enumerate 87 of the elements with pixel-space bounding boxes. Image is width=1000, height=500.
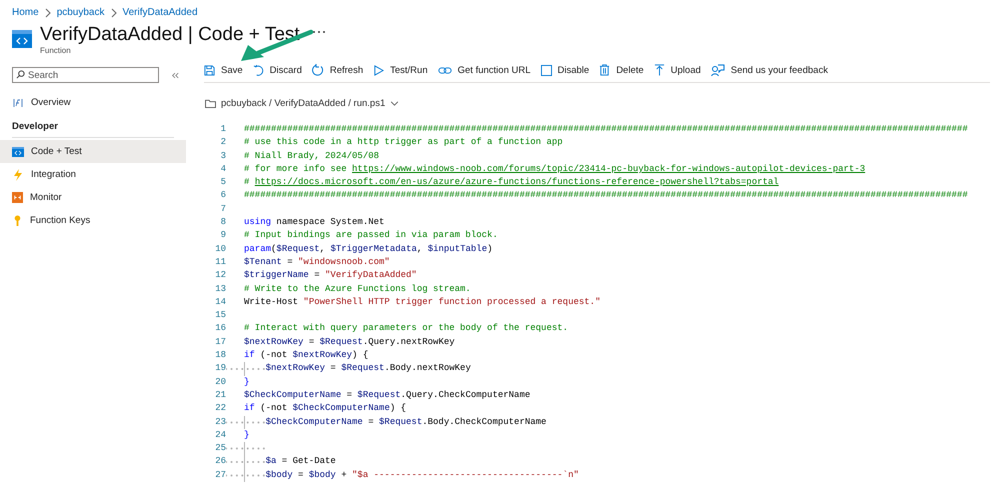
file-path: pcbuyback / VerifyDataAdded / run.ps1: [221, 98, 386, 108]
code-line: ######################################################################################################################################: [244, 123, 968, 136]
trash-icon: [599, 64, 610, 76]
toolbar-button[interactable]: Upload: [654, 64, 701, 76]
code-line: # Niall Brady, 2024/05/08: [244, 150, 380, 163]
undo-icon: [252, 64, 264, 76]
line-number: 12: [214, 269, 226, 282]
chevron-icon: [44, 8, 51, 18]
line-number: 15: [214, 309, 226, 322]
code-line: ######################################################################################################################################: [244, 189, 968, 202]
code-icon: [12, 146, 24, 156]
link[interactable]: https://docs.microsoft.com/en-us/azure/azure-functions/functions-reference-powershell?tabs=portal: [254, 177, 779, 188]
toolbar-button[interactable]: Discard: [252, 64, 302, 76]
sidebar-item[interactable]: Monitor: [0, 186, 186, 209]
code-line: }: [244, 376, 250, 389]
line-number: 14: [214, 296, 226, 309]
line-number: 22: [214, 402, 226, 416]
play-icon: [373, 64, 384, 76]
line-number: 4: [220, 162, 226, 176]
line-number: 13: [214, 282, 226, 296]
line-number: 21: [214, 388, 226, 402]
toolbar-button[interactable]: Send us your feedback: [710, 64, 828, 76]
code-line: }: [244, 428, 250, 442]
page-subtitle: Function: [40, 46, 72, 55]
line-number: 7: [220, 202, 226, 216]
toolbar-button[interactable]: Save: [204, 64, 243, 76]
link-icon: [438, 66, 452, 74]
code-line: using namespace System.Net: [244, 216, 384, 230]
line-number: 9: [220, 229, 226, 242]
line-number: 11: [214, 256, 226, 269]
code-line: if (-not $nextRowKey) {: [244, 349, 368, 362]
line-number: 24: [214, 428, 226, 442]
square-icon: [540, 64, 552, 76]
code-line: # Write to the Azure Functions log stream.: [244, 282, 471, 296]
line-number: 20: [214, 376, 226, 389]
sidebar-item[interactable]: Function Keys: [0, 209, 186, 232]
breadcrumb-link[interactable]: VerifyDataAdded: [122, 7, 198, 18]
monitor-icon: [12, 192, 23, 203]
code-line: # Input bindings are passed in via param block.: [244, 229, 498, 242]
chevron-down-icon[interactable]: [390, 100, 400, 106]
sidebar-item[interactable]: Overview: [0, 91, 186, 114]
code-line: # for more info see https://www.windows-noob.com/forums/topic/23414-pc-buyback-for-windows-autopilot-devices-part-3: [244, 162, 866, 176]
link[interactable]: https://www.windows-noob.com/forums/topic/23414-pc-buyback-for-windows-autopilot-devices-part-3: [352, 164, 866, 174]
line-number: 3: [220, 150, 226, 163]
code-line: # Interact with query parameters or the body of the request.: [244, 322, 568, 336]
sidebar-item[interactable]: Integration: [0, 163, 186, 186]
line-number: 10: [214, 242, 226, 256]
code-line: if (-not $CheckComputerName) {: [244, 402, 406, 416]
line-number: 17: [214, 336, 226, 349]
code-line: Write-Host "PowerShell HTTP trigger function processed a request.": [244, 296, 600, 309]
toolbar-button[interactable]: Refresh: [312, 64, 364, 76]
section-header: Developer: [12, 117, 174, 138]
toolbar-button[interactable]: Disable: [540, 64, 590, 76]
line-number: 18: [214, 349, 226, 362]
folder-icon: [205, 98, 216, 108]
code-line: $CheckComputerName = $Request.Query.CheckComputerName: [244, 388, 530, 402]
sidebar-item[interactable]: Code + Test: [0, 140, 186, 163]
code-line: param($Request, $TriggerMetadata, $inputTable): [244, 242, 493, 256]
search-icon: [16, 70, 25, 79]
toolbar-button[interactable]: Delete: [599, 64, 644, 76]
code-line: $nextRowKey = $Request.Query.nextRowKey: [244, 336, 455, 349]
breadcrumb-link[interactable]: Home: [12, 7, 39, 18]
code-line: # use this code in a http trigger as part of a function app: [244, 136, 563, 150]
toolbar-button[interactable]: Get function URL: [438, 64, 530, 76]
code-line: $Tenant = "windowsnoob.com": [244, 256, 390, 269]
code-line: $triggerName = "VerifyDataAdded": [244, 269, 417, 282]
more-icon[interactable]: [312, 30, 326, 34]
line-number: 8: [220, 216, 226, 230]
breadcrumb-link[interactable]: pcbuyback: [56, 7, 104, 18]
upload-icon: [654, 64, 665, 76]
refresh-icon: [312, 64, 324, 76]
key-icon: [12, 215, 23, 226]
line-number: 5: [220, 176, 226, 190]
toolbar-button[interactable]: Test/Run: [373, 64, 428, 76]
line-number: 1: [220, 123, 226, 136]
line-number: 6: [220, 189, 226, 202]
code-icon: [12, 30, 32, 48]
code-line: # https://docs.microsoft.com/en-us/azure/azure-functions/functions-reference-powershell?tabs=portal: [244, 176, 779, 190]
search-field[interactable]: Search: [12, 67, 159, 83]
function-icon: [12, 98, 24, 108]
line-number: 16: [214, 322, 226, 336]
lightning-icon: [12, 168, 24, 180]
chevron-icon: [110, 8, 116, 18]
save-icon: [204, 64, 215, 76]
line-number: 2: [220, 136, 226, 150]
feedback-icon: [710, 64, 725, 76]
collapse-icon[interactable]: [171, 72, 179, 78]
